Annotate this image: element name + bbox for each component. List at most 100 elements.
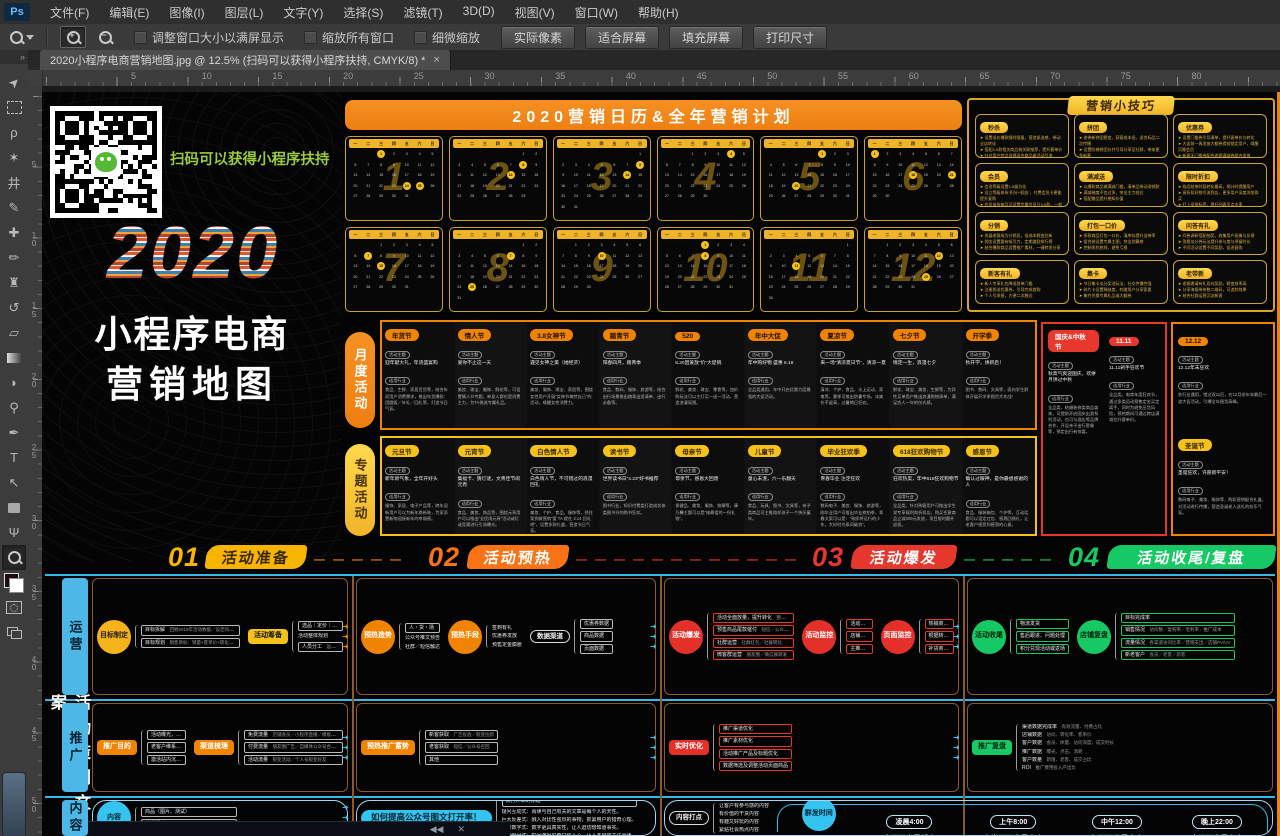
healing-brush-tool[interactable]: ✚ [2,220,26,245]
collapse-icon[interactable]: ◀◀ [430,825,444,834]
stage-number: 03 [812,542,844,573]
menu-item[interactable]: 帮助(H) [628,1,689,24]
industry-label: 适用行业 [748,377,773,385]
flow-node: 预热手段 [448,620,482,654]
menu-item[interactable]: 图像(I) [159,1,214,24]
menu-item[interactable]: 文字(Y) [273,1,333,24]
industry-label: 适用行业 [675,377,700,385]
checkbox-icon[interactable] [304,31,317,44]
checkbox-icon[interactable] [134,31,147,44]
activity-column: 12.12活动主题12.12年末狂欢适用行业各行业通用，错过双11后，在12月份… [1173,324,1273,429]
broadcast-time: 凌晨4:00全天曝光最低点 [883,811,936,836]
document-tab[interactable]: 2020小程序电商营销地图.jpg @ 12.5% (扫码可以获得小程序扶持, … [40,50,451,70]
poster-title-line1: 小程序电商 [42,304,342,358]
ruler-number: 4 0 [28,656,40,673]
marquee-tool[interactable] [2,95,26,120]
menu-item[interactable]: 3D(D) [453,1,505,24]
tip-label: 拼团 [1079,122,1107,133]
screen-mode-button[interactable] [2,620,26,645]
activity-column: 母亲节活动主题母亲节，感恩大回馈适用行业保健品、美妆、服饰、按摩等，康乃馨主题可… [672,438,745,534]
view-button[interactable]: 实际像素 [501,26,575,49]
gradient-tool[interactable] [2,345,26,370]
zoom-in-button[interactable]: + [60,26,86,48]
eyedropper-tool[interactable]: ✎ [2,195,26,220]
current-tool-dropdown[interactable] [10,31,34,44]
move-tool[interactable]: ➤ [2,70,26,95]
flow-node: 数据渠道 [530,630,570,643]
history-brush-tool[interactable]: ↺ [2,295,26,320]
zoom-tool[interactable] [2,545,26,570]
calendar-month-card: 一二三四五六日412345678910111213141516171819202… [657,136,755,221]
menu-item[interactable]: 选择(S) [333,1,393,24]
menu-item[interactable]: 视图(V) [505,1,565,24]
industry-label: 适用行业 [675,493,700,501]
close-icon[interactable]: × [433,54,439,66]
ruler-number: 30 [485,71,495,81]
overlay-window-edge[interactable]: ◀◀ ✕ [88,821,510,836]
tip-label: 老带新 [1178,268,1212,279]
theme-label: 活动主题 [893,351,918,359]
dash-arrow: — [352,554,363,566]
tip-card: 限时折扣临近结束时段转化最高，倒计时提醒用户高折扣好物引流到店，更多用户深度浏览… [1173,163,1267,207]
qr-code [50,106,162,218]
magic-wand-tool[interactable]: ✶ [2,145,26,170]
calendar-month-card: 一二三四五六日812345678910111213141516171819202… [449,227,547,312]
theme-label: 活动主题 [675,467,700,475]
ruler-number: 1 0 [28,232,40,249]
ruler-number: 20 [343,71,353,81]
dash-arrow: — [983,554,994,566]
tip-label: 优惠券 [1178,122,1212,133]
flow-cell: 推广目的活动曝光，引流转化老客户维系促活召回激活站内沉默客户渠道梳理免费流量 店… [92,703,348,792]
ruler-number: 5 [28,161,40,169]
activity-column: 儿童节活动主题童心未泯，六一乐翻天适用行业食品、玩具、图书、文具等，亲子类商品可… [745,438,818,534]
checkbox-icon[interactable] [414,31,427,44]
type-tool[interactable]: T [2,445,26,470]
pen-tool[interactable]: ✒ [2,420,26,445]
blur-tool[interactable]: ◗ [2,370,26,395]
path-select-tool[interactable]: ↖ [2,470,26,495]
dash-arrow: — [964,554,975,566]
lasso-tool[interactable]: ρ [2,120,26,145]
theme-label: 活动主题 [603,467,628,475]
clone-stamp-tool[interactable]: ♜ [2,270,26,295]
industry-label: 适用行业 [966,500,991,508]
close-icon[interactable]: ✕ [457,825,465,834]
flow-node: 目标制定 [97,620,131,654]
color-swatches[interactable] [2,570,26,595]
broadcast-time: 上午8:00上半天曝光最高点 [983,811,1043,836]
special-activities-band: 元旦节活动主题新年新气象，全年开好头适用行业服饰、家居、电子产品等，跨年迎新用户… [380,436,1037,536]
menu-item[interactable]: 图层(L) [215,1,274,24]
tips-title: 营销小技巧 [1067,96,1175,115]
document-canvas[interactable]: 扫码可以获得小程序扶持 2020 小程序电商 营销地图 2020营销日历&全年营… [42,86,1280,836]
brush-tool[interactable]: ✏ [2,245,26,270]
view-button[interactable]: 填充屏幕 [669,26,743,49]
menu-item[interactable]: 文件(F) [40,1,99,24]
dash-arrow: — [1021,554,1032,566]
option-checkbox[interactable]: 调整窗口大小以满屏显示 [134,29,284,46]
ruler-number: 40 [626,71,636,81]
crop-tool[interactable]: 井 [2,170,26,195]
view-button[interactable]: 打印尺寸 [753,26,827,49]
option-checkbox[interactable]: 细微缩放 [414,29,480,46]
menu-item[interactable]: 滤镜(T) [393,1,452,24]
quick-mask-button[interactable] [2,595,26,620]
shape-tool[interactable] [2,495,26,520]
zoom-out-button[interactable]: − [92,26,118,48]
flow-node: 页面监控 [881,620,915,654]
dodge-tool[interactable]: ⚲ [2,395,26,420]
view-button[interactable]: 适合屏幕 [585,26,659,49]
activity-column: 情人节活动主题爱你不止这一天适用行业美妆、珠宝、服饰、鲜花等，可设置情人节专题，… [455,322,528,428]
ruler-number: 1 5 [28,302,40,319]
menu-item[interactable]: 窗口(W) [565,1,628,24]
broadcast-time: 晚上22:00全天曝光最高点 [1191,811,1244,836]
hand-tool[interactable]: Ψ [2,520,26,545]
activity-column: 七夕节活动主题情定一生，浪漫七夕适用行业鲜花、珠宝、美妆、生鲜等，为异性买单用户… [890,322,963,428]
ruler-number: 3 5 [28,585,40,602]
theme-label: 活动主题 [1048,362,1073,370]
option-checkbox[interactable]: 缩放所有窗口 [304,29,394,46]
panel-collapse-icon[interactable]: » [0,50,28,64]
menu-item[interactable]: 编辑(E) [99,1,159,24]
special-activities-label: 专题活动 [345,444,375,536]
eraser-tool[interactable]: ▱ [2,320,26,345]
row-label-运营: 运营 [62,578,88,695]
